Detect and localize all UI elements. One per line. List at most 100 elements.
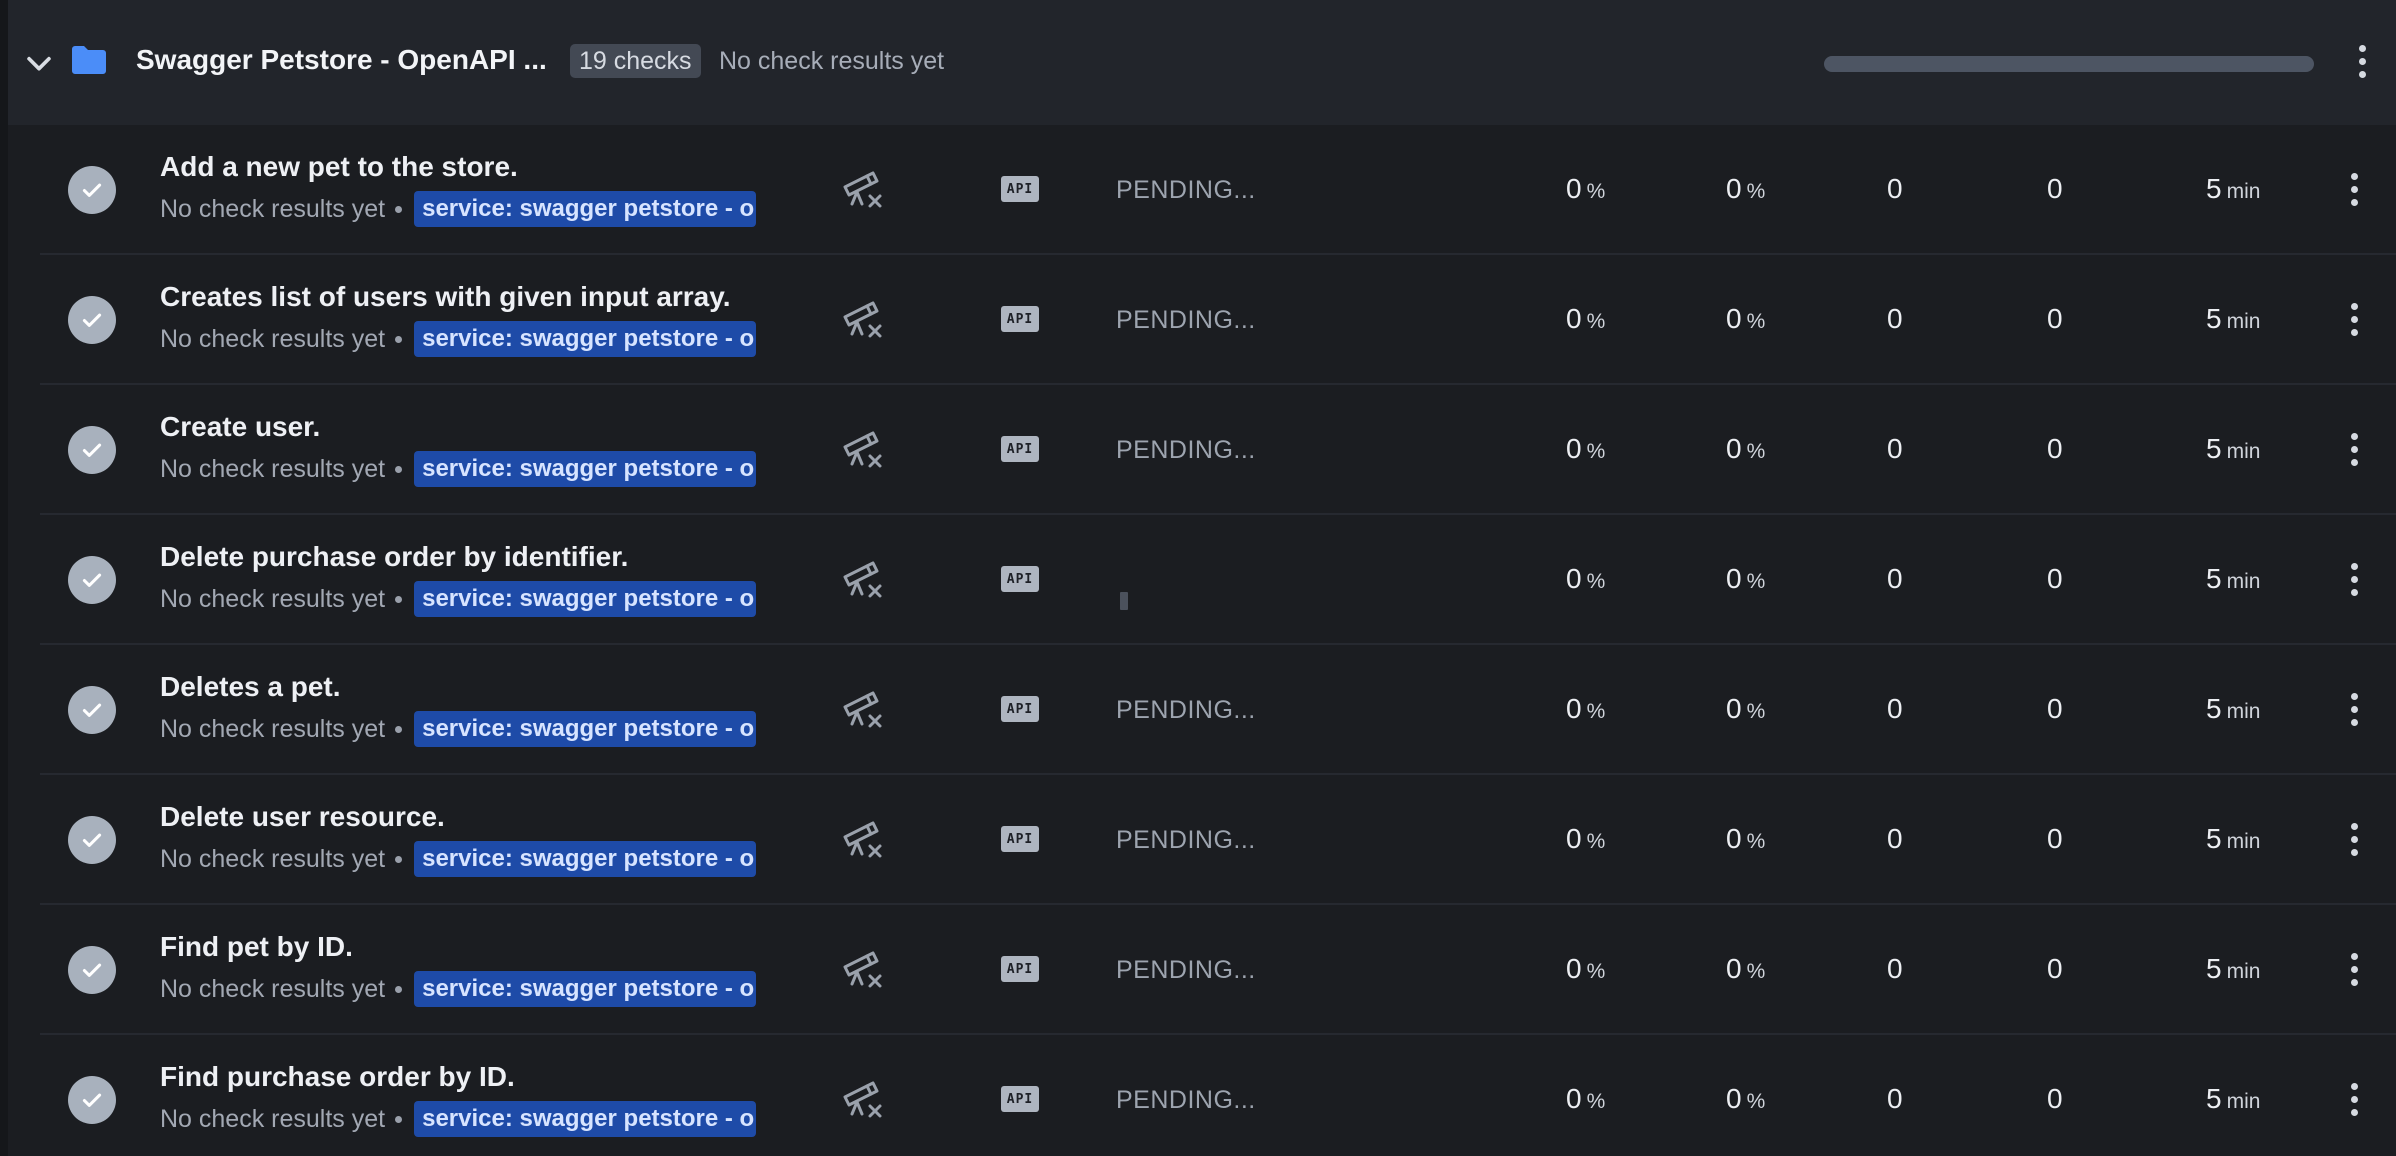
check-subtitle: No check results yet service: swagger pe… bbox=[160, 1101, 757, 1137]
check-title[interactable]: Delete user resource. bbox=[160, 801, 445, 833]
check-frequency: 5 min bbox=[2206, 1083, 2261, 1114]
service-tag[interactable]: service: swagger petstore - o bbox=[414, 191, 757, 227]
check-row[interactable]: Create user. No check results yet servic… bbox=[40, 385, 2396, 515]
row-more-menu-icon[interactable] bbox=[2339, 165, 2369, 213]
check-title[interactable]: Find pet by ID. bbox=[160, 931, 353, 963]
separator-dot bbox=[395, 1115, 403, 1123]
check-circle-icon bbox=[68, 816, 116, 864]
check-result-text: No check results yet bbox=[160, 454, 386, 483]
avg-response-time: 0 bbox=[1887, 303, 1903, 334]
check-title[interactable]: Add a new pet to the store. bbox=[160, 151, 518, 183]
group-progress-bar bbox=[1824, 56, 2314, 72]
avg-response-time: 0 bbox=[1887, 953, 1903, 984]
check-group-header[interactable]: Swagger Petstore - OpenAPI ... 19 checks… bbox=[8, 0, 2396, 125]
check-state: PENDING... bbox=[1116, 826, 1256, 854]
row-more-menu-icon[interactable] bbox=[2339, 945, 2369, 993]
check-row[interactable]: Add a new pet to the store. No check res… bbox=[40, 125, 2396, 255]
api-type-icon: API bbox=[1001, 1086, 1039, 1112]
check-state: PENDING... bbox=[1116, 306, 1256, 334]
separator-dot bbox=[395, 205, 403, 213]
separator-dot bbox=[395, 985, 403, 993]
p95-response-time: 0 bbox=[2047, 563, 2063, 594]
check-frequency: 5 min bbox=[2206, 693, 2261, 724]
avg-response-time: 0 bbox=[1887, 563, 1903, 594]
telescope-off-icon[interactable] bbox=[840, 820, 884, 860]
check-row[interactable]: Delete user resource. No check results y… bbox=[40, 775, 2396, 905]
chevron-down-icon[interactable] bbox=[22, 46, 56, 80]
telescope-off-icon[interactable] bbox=[840, 430, 884, 470]
row-more-menu-icon[interactable] bbox=[2339, 425, 2369, 473]
telescope-off-icon[interactable] bbox=[840, 300, 884, 340]
check-subtitle: No check results yet service: swagger pe… bbox=[160, 191, 757, 227]
success-rate-24h: 0% bbox=[1566, 953, 1606, 984]
check-row[interactable]: Find pet by ID. No check results yet ser… bbox=[40, 905, 2396, 1035]
telescope-off-icon[interactable] bbox=[840, 1080, 884, 1120]
check-subtitle: No check results yet service: swagger pe… bbox=[160, 841, 757, 877]
check-title[interactable]: Delete purchase order by identifier. bbox=[160, 541, 628, 573]
success-rate-7d: 0% bbox=[1726, 693, 1766, 724]
row-more-menu-icon[interactable] bbox=[2339, 555, 2369, 603]
service-tag[interactable]: service: swagger petstore - o bbox=[414, 451, 757, 487]
separator-dot bbox=[395, 725, 403, 733]
service-tag[interactable]: service: swagger petstore - o bbox=[414, 1101, 757, 1137]
check-title[interactable]: Creates list of users with given input a… bbox=[160, 281, 731, 313]
check-circle-icon bbox=[68, 166, 116, 214]
check-result-text: No check results yet bbox=[160, 584, 386, 613]
p95-response-time: 0 bbox=[2047, 693, 2063, 724]
p95-response-time: 0 bbox=[2047, 173, 2063, 204]
check-title[interactable]: Find purchase order by ID. bbox=[160, 1061, 515, 1093]
telescope-off-icon[interactable] bbox=[840, 170, 884, 210]
check-circle-icon bbox=[68, 1076, 116, 1124]
check-state: PENDING... bbox=[1116, 1086, 1256, 1114]
check-result-text: No check results yet bbox=[160, 1104, 386, 1133]
check-circle-icon bbox=[68, 426, 116, 474]
check-result-text: No check results yet bbox=[160, 194, 386, 223]
avg-response-time: 0 bbox=[1887, 1083, 1903, 1114]
service-tag[interactable]: service: swagger petstore - o bbox=[414, 581, 757, 617]
success-rate-7d: 0% bbox=[1726, 953, 1766, 984]
check-frequency: 5 min bbox=[2206, 173, 2261, 204]
separator-dot bbox=[395, 465, 403, 473]
p95-response-time: 0 bbox=[2047, 433, 2063, 464]
api-type-icon: API bbox=[1001, 696, 1039, 722]
row-more-menu-icon[interactable] bbox=[2339, 295, 2369, 343]
check-circle-icon bbox=[68, 686, 116, 734]
service-tag[interactable]: service: swagger petstore - o bbox=[414, 841, 757, 877]
telescope-off-icon[interactable] bbox=[840, 950, 884, 990]
service-tag[interactable]: service: swagger petstore - o bbox=[414, 711, 757, 747]
row-more-menu-icon[interactable] bbox=[2339, 1075, 2369, 1123]
check-circle-icon bbox=[68, 556, 116, 604]
check-frequency: 5 min bbox=[2206, 303, 2261, 334]
check-row[interactable]: Find purchase order by ID. No check resu… bbox=[40, 1035, 2396, 1156]
avg-response-time: 0 bbox=[1887, 823, 1903, 854]
success-rate-7d: 0% bbox=[1726, 563, 1766, 594]
success-rate-24h: 0% bbox=[1566, 433, 1606, 464]
check-result-text: No check results yet bbox=[160, 324, 386, 353]
telescope-off-icon[interactable] bbox=[840, 690, 884, 730]
check-row[interactable]: Creates list of users with given input a… bbox=[40, 255, 2396, 385]
group-status-text: No check results yet bbox=[719, 47, 945, 75]
group-title[interactable]: Swagger Petstore - OpenAPI ... bbox=[136, 44, 547, 76]
row-more-menu-icon[interactable] bbox=[2339, 815, 2369, 863]
p95-response-time: 0 bbox=[2047, 953, 2063, 984]
api-type-icon: API bbox=[1001, 176, 1039, 202]
success-rate-24h: 0% bbox=[1566, 1083, 1606, 1114]
folder-icon bbox=[72, 46, 106, 74]
success-rate-24h: 0% bbox=[1566, 563, 1606, 594]
success-rate-7d: 0% bbox=[1726, 433, 1766, 464]
check-title[interactable]: Deletes a pet. bbox=[160, 671, 341, 703]
api-type-icon: API bbox=[1001, 566, 1039, 592]
group-more-menu-icon[interactable] bbox=[2347, 37, 2377, 85]
check-row[interactable]: Delete purchase order by identifier. No … bbox=[40, 515, 2396, 645]
check-state: PENDING... bbox=[1116, 956, 1256, 984]
service-tag[interactable]: service: swagger petstore - o bbox=[414, 321, 757, 357]
api-type-icon: API bbox=[1001, 826, 1039, 852]
check-row[interactable]: Deletes a pet. No check results yet serv… bbox=[40, 645, 2396, 775]
check-circle-icon bbox=[68, 946, 116, 994]
check-title[interactable]: Create user. bbox=[160, 411, 320, 443]
service-tag[interactable]: service: swagger petstore - o bbox=[414, 971, 757, 1007]
row-more-menu-icon[interactable] bbox=[2339, 685, 2369, 733]
p95-response-time: 0 bbox=[2047, 1083, 2063, 1114]
success-rate-7d: 0% bbox=[1726, 1083, 1766, 1114]
telescope-off-icon[interactable] bbox=[840, 560, 884, 600]
